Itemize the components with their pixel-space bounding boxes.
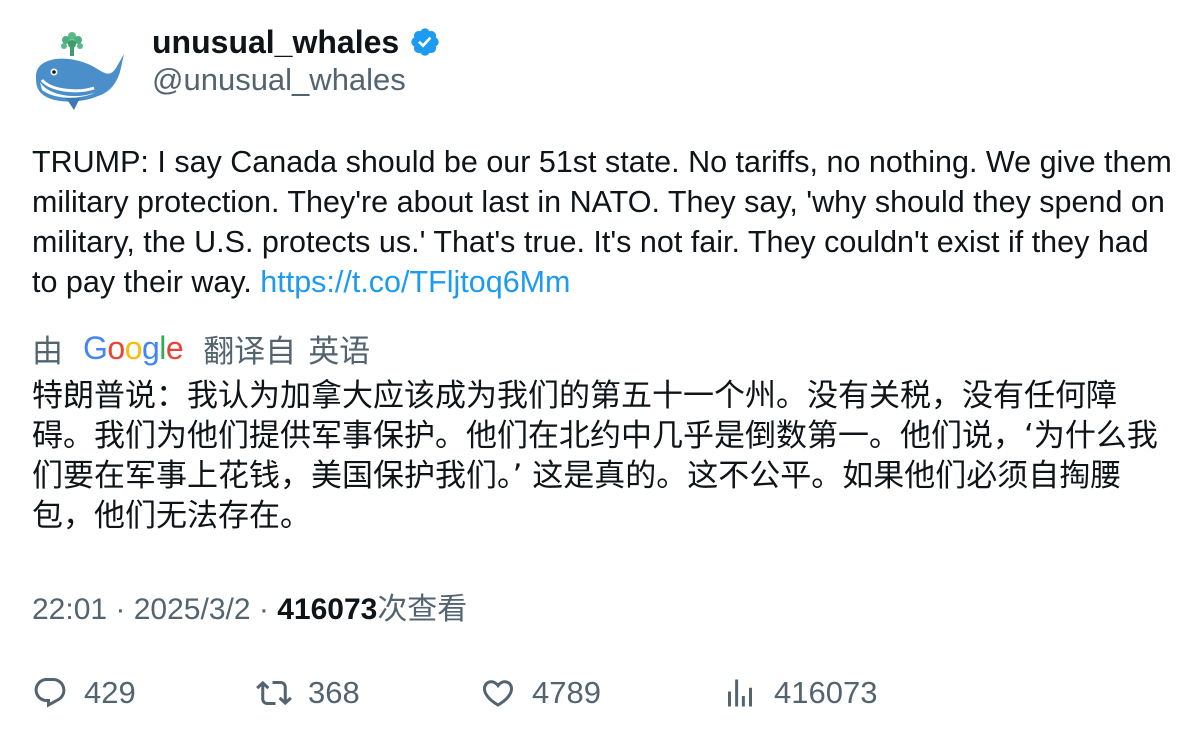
like-button[interactable]: 4789 (480, 672, 601, 714)
reply-count: 429 (84, 675, 136, 710)
views-icon (728, 679, 752, 707)
reply-button[interactable]: 429 (32, 672, 136, 714)
action-bar: 429 368 4789 416073 (32, 672, 1172, 714)
translation-attribution: 由 Google 翻译自 英语 (32, 328, 371, 369)
views-button[interactable]: 416073 (722, 672, 877, 714)
author-handle[interactable]: @unusual_whales (152, 62, 406, 98)
translated-from-label: 翻译自 (203, 333, 297, 369)
verified-badge-icon (411, 28, 439, 56)
like-count: 4789 (532, 675, 601, 710)
tweet-body: TRUMP: I say Canada should be our 51st s… (32, 145, 1172, 299)
source-language: 英语 (308, 333, 371, 369)
meta-separator: · (107, 593, 134, 626)
retweet-count: 368 (308, 675, 360, 710)
author-name-row[interactable]: unusual_whales (152, 22, 441, 62)
retweet-icon (256, 680, 292, 706)
whale-avatar-icon (36, 32, 124, 110)
translated-by-label: 由 (32, 333, 63, 369)
view-count: 416073 (774, 675, 878, 710)
tweet-date[interactable]: 2025/3/2 (134, 593, 251, 626)
reply-icon (34, 678, 66, 708)
google-logo: Google (83, 329, 184, 366)
retweet-button[interactable]: 368 (256, 672, 360, 714)
display-name[interactable]: unusual_whales (152, 24, 399, 61)
tweet-text: TRUMP: I say Canada should be our 51st s… (32, 142, 1172, 302)
views-count: 416073 (277, 593, 378, 626)
like-icon (482, 680, 514, 707)
meta-separator: · (250, 593, 278, 626)
tweet-meta: 22:01 · 2025/3/2 · 416073次查看 (32, 584, 467, 628)
tweet-time[interactable]: 22:01 (32, 593, 107, 626)
views-label: 次查看 (377, 593, 468, 626)
avatar[interactable] (30, 24, 126, 114)
translated-text: 特朗普说：我认为加拿大应该成为我们的第五十一个州。没有关税，没有任何障碍。我们为… (32, 378, 1158, 534)
tweet-link[interactable]: https://t.co/TFljtoq6Mm (260, 265, 570, 299)
